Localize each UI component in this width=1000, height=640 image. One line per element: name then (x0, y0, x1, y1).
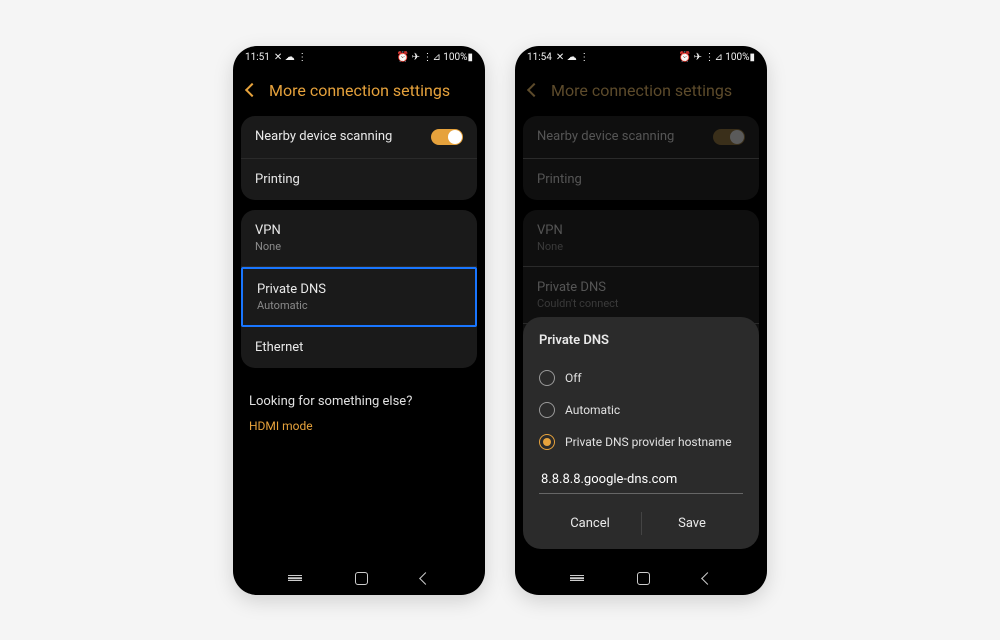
radio-automatic-label: Automatic (565, 403, 620, 417)
page-title: More connection settings (551, 81, 732, 100)
nearby-scanning-row: Nearby device scanning (523, 116, 759, 159)
private-dns-sub: Automatic (257, 299, 326, 312)
vpn-label: VPN (537, 223, 563, 238)
settings-section-2: VPN None Private DNS Automatic Ethernet (241, 210, 477, 368)
page-title: More connection settings (269, 81, 450, 100)
settings-section-1: Nearby device scanning Printing (241, 116, 477, 200)
looking-question: Looking for something else? (249, 394, 469, 409)
nearby-scanning-label: Nearby device scanning (255, 129, 392, 144)
save-button[interactable]: Save (641, 508, 743, 539)
status-bar: 11:51 ✕ ☁ ⋮ ⏰ ✈ ⋮⊿ 100%▮ (233, 46, 485, 67)
dialog-title: Private DNS (539, 333, 743, 348)
nav-bar (515, 572, 767, 585)
status-time: 11:51 (245, 52, 270, 63)
printing-label: Printing (537, 172, 582, 187)
private-dns-label: Private DNS (537, 280, 619, 295)
private-dns-row: Private DNS Couldn't connect (523, 267, 759, 324)
looking-section: Looking for something else? HDMI mode (233, 378, 485, 449)
radio-off-row[interactable]: Off (539, 362, 743, 394)
nav-back-icon[interactable] (419, 572, 432, 585)
hdmi-mode-link[interactable]: HDMI mode (249, 419, 469, 433)
status-right-icons: ⏰ ✈ ⋮⊿ 100%▮ (397, 52, 473, 63)
private-dns-row[interactable]: Private DNS Automatic (241, 267, 477, 327)
radio-hostname-label: Private DNS provider hostname (565, 435, 732, 449)
status-time: 11:54 (527, 52, 552, 63)
back-icon[interactable] (245, 83, 259, 97)
private-dns-label: Private DNS (257, 282, 326, 297)
radio-hostname-icon[interactable] (539, 434, 555, 450)
status-left-icons: ✕ ☁ ⋮ (274, 52, 307, 63)
nav-home-icon[interactable] (637, 572, 650, 585)
printing-row: Printing (523, 159, 759, 200)
status-bar: 11:54 ✕ ☁ ⋮ ⏰ ✈ ⋮⊿ 100%▮ (515, 46, 767, 67)
phone-screenshot-left: 11:51 ✕ ☁ ⋮ ⏰ ✈ ⋮⊿ 100%▮ More connection… (233, 46, 485, 595)
vpn-row: VPN None (523, 210, 759, 267)
private-dns-sub: Couldn't connect (537, 297, 619, 310)
ethernet-row[interactable]: Ethernet (241, 327, 477, 368)
nearby-scanning-toggle[interactable] (431, 129, 463, 145)
settings-section-1: Nearby device scanning Printing (523, 116, 759, 200)
status-right-icons: ⏰ ✈ ⋮⊿ 100%▮ (679, 52, 755, 63)
nav-recent-icon[interactable] (288, 575, 302, 581)
radio-automatic-icon[interactable] (539, 402, 555, 418)
private-dns-dialog: Private DNS Off Automatic Private DNS pr… (523, 317, 759, 549)
vpn-row[interactable]: VPN None (241, 210, 477, 267)
radio-off-icon[interactable] (539, 370, 555, 386)
page-header: More connection settings (233, 67, 485, 116)
vpn-sub: None (537, 240, 563, 253)
nav-home-icon[interactable] (355, 572, 368, 585)
nav-bar (233, 572, 485, 585)
radio-off-label: Off (565, 371, 582, 385)
dns-hostname-input[interactable]: 8.8.8.8.google-dns.com (539, 466, 743, 494)
radio-automatic-row[interactable]: Automatic (539, 394, 743, 426)
nav-back-icon[interactable] (701, 572, 714, 585)
dialog-actions: Cancel Save (539, 508, 743, 539)
radio-hostname-row[interactable]: Private DNS provider hostname (539, 426, 743, 458)
printing-row[interactable]: Printing (241, 159, 477, 200)
page-header: More connection settings (515, 67, 767, 116)
nav-recent-icon[interactable] (570, 575, 584, 581)
vpn-label: VPN (255, 223, 281, 238)
nearby-scanning-toggle (713, 129, 745, 145)
status-left-icons: ✕ ☁ ⋮ (556, 52, 589, 63)
printing-label: Printing (255, 172, 300, 187)
nearby-scanning-label: Nearby device scanning (537, 129, 674, 144)
back-icon[interactable] (527, 83, 541, 97)
vpn-sub: None (255, 240, 281, 253)
nearby-scanning-row[interactable]: Nearby device scanning (241, 116, 477, 159)
cancel-button[interactable]: Cancel (539, 508, 641, 539)
ethernet-label: Ethernet (255, 340, 303, 355)
phone-screenshot-right: 11:54 ✕ ☁ ⋮ ⏰ ✈ ⋮⊿ 100%▮ More connection… (515, 46, 767, 595)
